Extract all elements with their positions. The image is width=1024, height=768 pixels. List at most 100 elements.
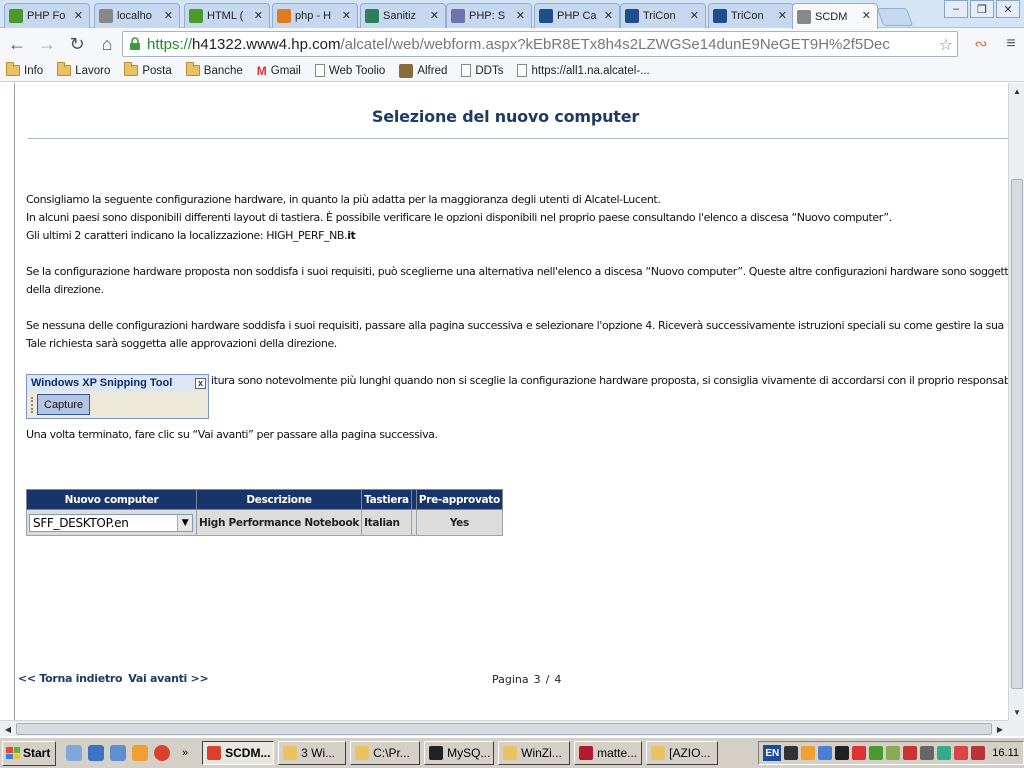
browser-tab[interactable]: PHP Ca ✕	[534, 3, 620, 28]
tray-vpn-icon[interactable]	[971, 746, 986, 760]
task-label: SCDM...	[225, 746, 271, 760]
tab-close-icon[interactable]: ✕	[254, 9, 263, 22]
bookmark-item[interactable]: Web Toolio	[314, 64, 385, 77]
scroll-left-icon[interactable]: ◀	[0, 721, 16, 737]
address-bar[interactable]: https://h41322.www4.hp.com/alcatel/web/w…	[122, 31, 958, 57]
system-tray: EN 16.11	[758, 741, 1024, 765]
taskbar-button[interactable]: WinZi...	[498, 741, 571, 765]
start-label: Start	[23, 746, 51, 760]
close-icon[interactable]: x	[195, 377, 206, 389]
tray-app-icon[interactable]	[784, 746, 799, 760]
tray-update-icon[interactable]	[937, 746, 952, 760]
close-window-button[interactable]: ✕	[996, 0, 1020, 18]
tab-close-icon[interactable]: ✕	[164, 9, 173, 22]
browser-tab[interactable]: PHP Fo ✕	[4, 3, 90, 28]
taskbar-button[interactable]: [AZIO...	[646, 741, 719, 765]
bookmark-item[interactable]: Banche	[185, 62, 243, 77]
outlook-icon[interactable]	[110, 745, 126, 761]
tray-network-icon[interactable]	[818, 746, 833, 760]
tab-close-icon[interactable]: ✕	[690, 9, 699, 22]
reload-icon[interactable]: ↻	[64, 31, 90, 57]
browser-tab[interactable]: Sanitiz ✕	[360, 3, 446, 28]
restore-button[interactable]: ❐	[970, 0, 994, 18]
home-icon[interactable]: ⌂	[94, 31, 120, 57]
horizontal-scrollbar[interactable]: ◀ ▶	[0, 720, 1008, 736]
bookmark-item[interactable]: Alfred	[399, 63, 447, 78]
bookmark-item[interactable]: M Gmail	[257, 64, 301, 78]
new-tab-button[interactable]	[876, 8, 914, 26]
tray-mail-icon[interactable]	[954, 746, 969, 760]
back-link[interactable]: << Torna indietro	[18, 672, 123, 685]
taskbar-button[interactable]: 3 Wi...	[278, 741, 347, 765]
tab-title: PHP Fo	[27, 10, 66, 22]
ie-icon[interactable]	[88, 745, 104, 761]
browser-tab[interactable]: PHP: S ✕	[446, 3, 532, 28]
language-indicator[interactable]: EN	[763, 745, 782, 761]
taskbar-button[interactable]: MySQ...	[424, 741, 495, 765]
chrome-icon[interactable]	[154, 745, 170, 761]
folder-icon	[57, 62, 72, 76]
browser-tab[interactable]: SCDM ✕	[792, 3, 878, 29]
vertical-scroll-thumb[interactable]	[1011, 179, 1023, 689]
browser-tab[interactable]: localho ✕	[94, 3, 180, 28]
intro-line-1: Consigliamo la seguente configurazione h…	[26, 193, 661, 206]
browser-tab[interactable]: php - H ✕	[272, 3, 358, 28]
back-arrow-icon[interactable]: ←	[4, 31, 30, 57]
minimize-button[interactable]: –	[944, 0, 968, 18]
snipping-tool-titlebar[interactable]: Windows XP Snipping Tool x	[27, 375, 208, 391]
tray-shield-icon[interactable]	[903, 746, 918, 760]
taskbar-button[interactable]: SCDM...	[202, 741, 275, 765]
tray-sync-icon[interactable]	[869, 746, 884, 760]
tab-close-icon[interactable]: ✕	[604, 9, 613, 22]
scroll-down-icon[interactable]: ▼	[1009, 704, 1024, 720]
tab-close-icon[interactable]: ✕	[342, 9, 351, 22]
tray-clock-icon[interactable]	[801, 746, 816, 760]
w3-icon	[189, 9, 203, 23]
toolbar-grip-icon	[31, 396, 34, 413]
plus-icon	[365, 9, 379, 23]
start-button[interactable]: Start	[2, 740, 56, 766]
tab-title: PHP: S	[469, 10, 506, 22]
bookmark-item[interactable]: Posta	[124, 62, 172, 77]
forward-arrow-icon[interactable]: →	[34, 31, 60, 57]
vertical-scrollbar[interactable]: ▲ ▼	[1008, 83, 1024, 720]
tab-title: HTML (	[207, 10, 244, 22]
volume-icon[interactable]	[920, 746, 935, 760]
bookmark-label: Posta	[142, 64, 172, 77]
browser-tab[interactable]: TriCon ✕	[708, 3, 794, 28]
tab-close-icon[interactable]: ✕	[430, 9, 439, 22]
bookmark-star-icon[interactable]: ☆	[939, 35, 953, 55]
taskbar-button[interactable]: C:\Pr...	[350, 741, 421, 765]
tab-close-icon[interactable]: ✕	[778, 9, 787, 22]
bookmark-item[interactable]: Lavoro	[57, 62, 110, 77]
chevron-down-icon[interactable]: ▼	[177, 514, 192, 531]
snipping-tool-window[interactable]: Windows XP Snipping Tool x Capture	[26, 374, 209, 419]
bookmark-item[interactable]: Info	[6, 62, 43, 77]
capture-button[interactable]: Capture	[37, 394, 91, 415]
tab-title: PHP Ca	[557, 10, 597, 22]
bookmark-item[interactable]: https://all1.na.alcatel-...	[517, 64, 650, 77]
scroll-up-icon[interactable]: ▲	[1009, 83, 1024, 99]
bookmark-item[interactable]: DDTs	[461, 64, 503, 77]
forward-link[interactable]: Vai avanti >>	[128, 672, 208, 685]
new-computer-select[interactable]: SFF_DESKTOP.en ▼	[29, 513, 193, 532]
show-desktop-icon[interactable]	[66, 745, 82, 761]
scroll-right-icon[interactable]: ▶	[992, 721, 1008, 737]
menu-icon[interactable]: ≡	[998, 31, 1024, 57]
clock-app-icon[interactable]	[132, 745, 148, 761]
page-icon	[461, 64, 472, 77]
tray-alert-icon[interactable]	[852, 746, 867, 760]
tray-security-icon[interactable]	[835, 746, 850, 760]
taskbar-button[interactable]: matte...	[574, 741, 643, 765]
browser-tab[interactable]: HTML ( ✕	[184, 3, 270, 28]
tab-close-icon[interactable]: ✕	[862, 9, 871, 22]
tab-close-icon[interactable]: ✕	[516, 9, 525, 22]
tray-device-icon[interactable]	[886, 746, 901, 760]
chevron-right-icon[interactable]: »	[182, 747, 188, 759]
header-preapproved: Pre-approvato	[415, 489, 503, 510]
tab-close-icon[interactable]: ✕	[74, 9, 83, 22]
extension-icon[interactable]: ∾	[968, 31, 994, 57]
task-label: [AZIO...	[669, 746, 711, 760]
horizontal-scroll-thumb[interactable]	[16, 723, 992, 735]
browser-tab[interactable]: TriCon ✕	[620, 3, 706, 28]
